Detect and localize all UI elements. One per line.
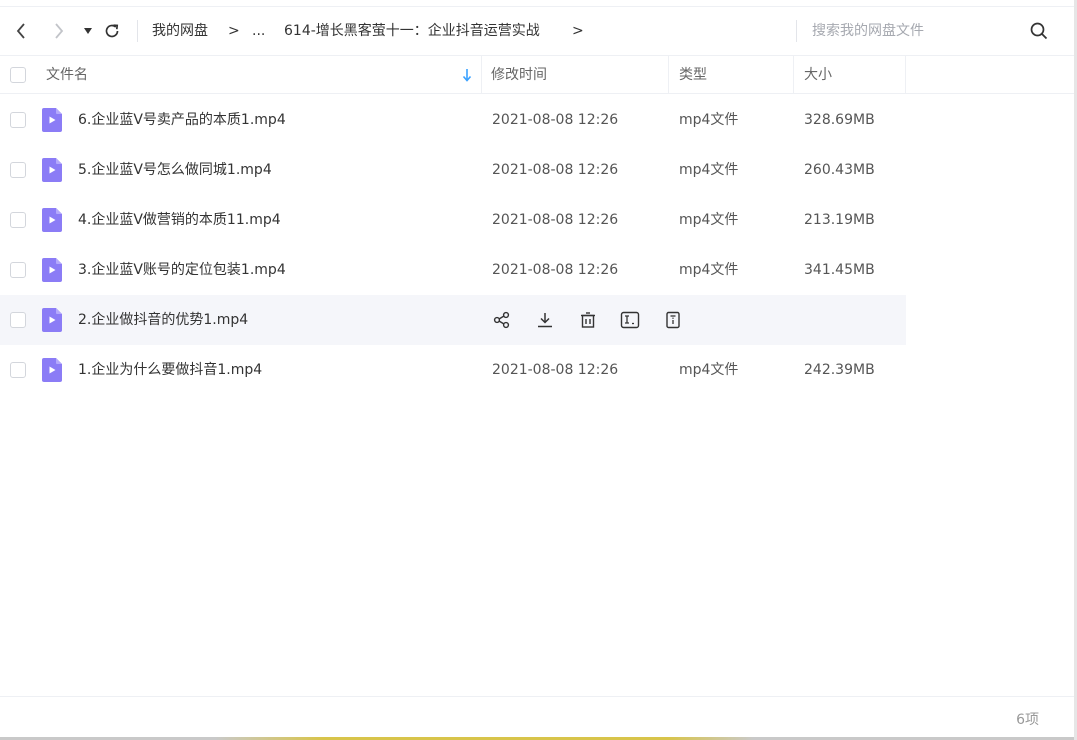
file-type: mp4文件: [679, 262, 739, 278]
history-dropdown-button[interactable]: [77, 19, 99, 43]
search-input[interactable]: [812, 19, 1012, 43]
file-modified-time: 2021-08-08 12:26: [492, 262, 619, 278]
refresh-button[interactable]: [101, 19, 123, 43]
file-row[interactable]: 5.企业蓝V号怎么做同城1.mp4 2021-08-08 12:26 mp4文件 26…: [0, 145, 906, 195]
file-modified-time: 2021-08-08 12:26: [492, 112, 619, 128]
video-file-icon: [42, 308, 62, 332]
rename-button[interactable]: [620, 309, 640, 331]
file-type: mp4文件: [679, 362, 739, 378]
toolbar: 我的网盘 > ... > 614-增长黑客萤十一：企业抖音运营实战 >: [0, 6, 1077, 56]
breadcrumb-separator: >: [572, 23, 584, 39]
sort-descending-icon[interactable]: [461, 67, 473, 83]
file-size: 341.45MB: [804, 262, 875, 278]
file-size: 242.39MB: [804, 362, 875, 378]
more-info-icon: [664, 311, 682, 329]
file-size: 328.69MB: [804, 112, 875, 128]
file-size: 260.43MB: [804, 162, 875, 178]
breadcrumb-separator: >: [228, 23, 240, 39]
breadcrumb-ellipsis[interactable]: ...: [252, 22, 265, 40]
back-button[interactable]: [10, 19, 32, 43]
search-divider: [796, 20, 797, 42]
file-type: mp4文件: [679, 162, 739, 178]
item-count: 6项: [1016, 712, 1039, 728]
refresh-icon: [105, 24, 119, 38]
file-row[interactable]: 6.企业蓝V号卖产品的本质1.mp4 2021-08-08 12:26 mp4文件 3…: [0, 95, 906, 145]
breadcrumb-current[interactable]: 614-增长黑客萤十一：企业抖音运营实战: [284, 22, 540, 40]
file-type: mp4文件: [679, 212, 739, 228]
chevron-right-icon: [55, 23, 64, 39]
file-modified-time: 2021-08-08 12:26: [492, 362, 619, 378]
video-file-icon: [42, 158, 62, 182]
share-button[interactable]: [492, 309, 512, 331]
file-row[interactable]: 4.企业蓝V做营销的本质11.mp4 2021-08-08 12:26 mp4文件 2…: [0, 195, 906, 245]
file-size: 213.19MB: [804, 212, 875, 228]
file-modified-time: 2021-08-08 12:26: [492, 212, 619, 228]
search-icon[interactable]: [1029, 21, 1049, 41]
share-icon: [493, 311, 511, 329]
column-divider[interactable]: [668, 56, 669, 94]
select-all-checkbox[interactable]: [10, 67, 26, 83]
file-type: mp4文件: [679, 112, 739, 128]
column-divider[interactable]: [481, 56, 482, 94]
caret-down-icon: [84, 28, 92, 34]
file-modified-time: 2021-08-08 12:26: [492, 162, 619, 178]
video-file-icon: [42, 208, 62, 232]
row-checkbox[interactable]: [10, 212, 26, 228]
file-row[interactable]: 1.企业为什么要做抖音1.mp4 2021-08-08 12:26 mp4文件 242…: [0, 345, 906, 395]
video-file-icon: [42, 358, 62, 382]
download-icon: [536, 311, 554, 329]
column-divider[interactable]: [905, 56, 906, 94]
column-header-size[interactable]: 大小: [804, 66, 832, 84]
file-name[interactable]: 3.企业蓝V账号的定位包装1.mp4: [78, 261, 286, 279]
download-button[interactable]: [535, 309, 555, 331]
delete-icon: [579, 311, 597, 329]
forward-button[interactable]: [48, 19, 70, 43]
row-checkbox[interactable]: [10, 112, 26, 128]
file-name[interactable]: 6.企业蓝V号卖产品的本质1.mp4: [78, 111, 286, 129]
row-checkbox[interactable]: [10, 362, 26, 378]
file-row[interactable]: 3.企业蓝V账号的定位包装1.mp4 2021-08-08 12:26 mp4文件 3…: [0, 245, 906, 295]
video-file-icon: [42, 258, 62, 282]
file-name[interactable]: 2.企业做抖音的优势1.mp4: [78, 311, 248, 329]
column-header-modified[interactable]: 修改时间: [491, 66, 547, 84]
rename-icon: [620, 311, 640, 329]
column-header-name[interactable]: 文件名: [46, 66, 88, 84]
file-name[interactable]: 4.企业蓝V做营销的本质11.mp4: [78, 211, 281, 229]
column-divider[interactable]: [793, 56, 794, 94]
row-checkbox[interactable]: [10, 312, 26, 328]
file-list-header: 文件名 修改时间 类型 大小: [0, 56, 1077, 94]
file-name[interactable]: 5.企业蓝V号怎么做同城1.mp4: [78, 161, 272, 179]
file-name[interactable]: 1.企业为什么要做抖音1.mp4: [78, 361, 262, 379]
toolbar-divider: [137, 20, 138, 42]
row-checkbox[interactable]: [10, 162, 26, 178]
video-file-icon: [42, 108, 62, 132]
status-bar: 6项: [0, 696, 1077, 740]
row-checkbox[interactable]: [10, 262, 26, 278]
chevron-left-icon: [16, 23, 25, 39]
file-info-button[interactable]: [663, 309, 683, 331]
breadcrumb-root[interactable]: 我的网盘: [152, 22, 208, 40]
delete-button[interactable]: [578, 309, 598, 331]
file-row[interactable]: 2.企业做抖音的优势1.mp4: [0, 295, 906, 345]
column-header-type[interactable]: 类型: [679, 66, 707, 84]
